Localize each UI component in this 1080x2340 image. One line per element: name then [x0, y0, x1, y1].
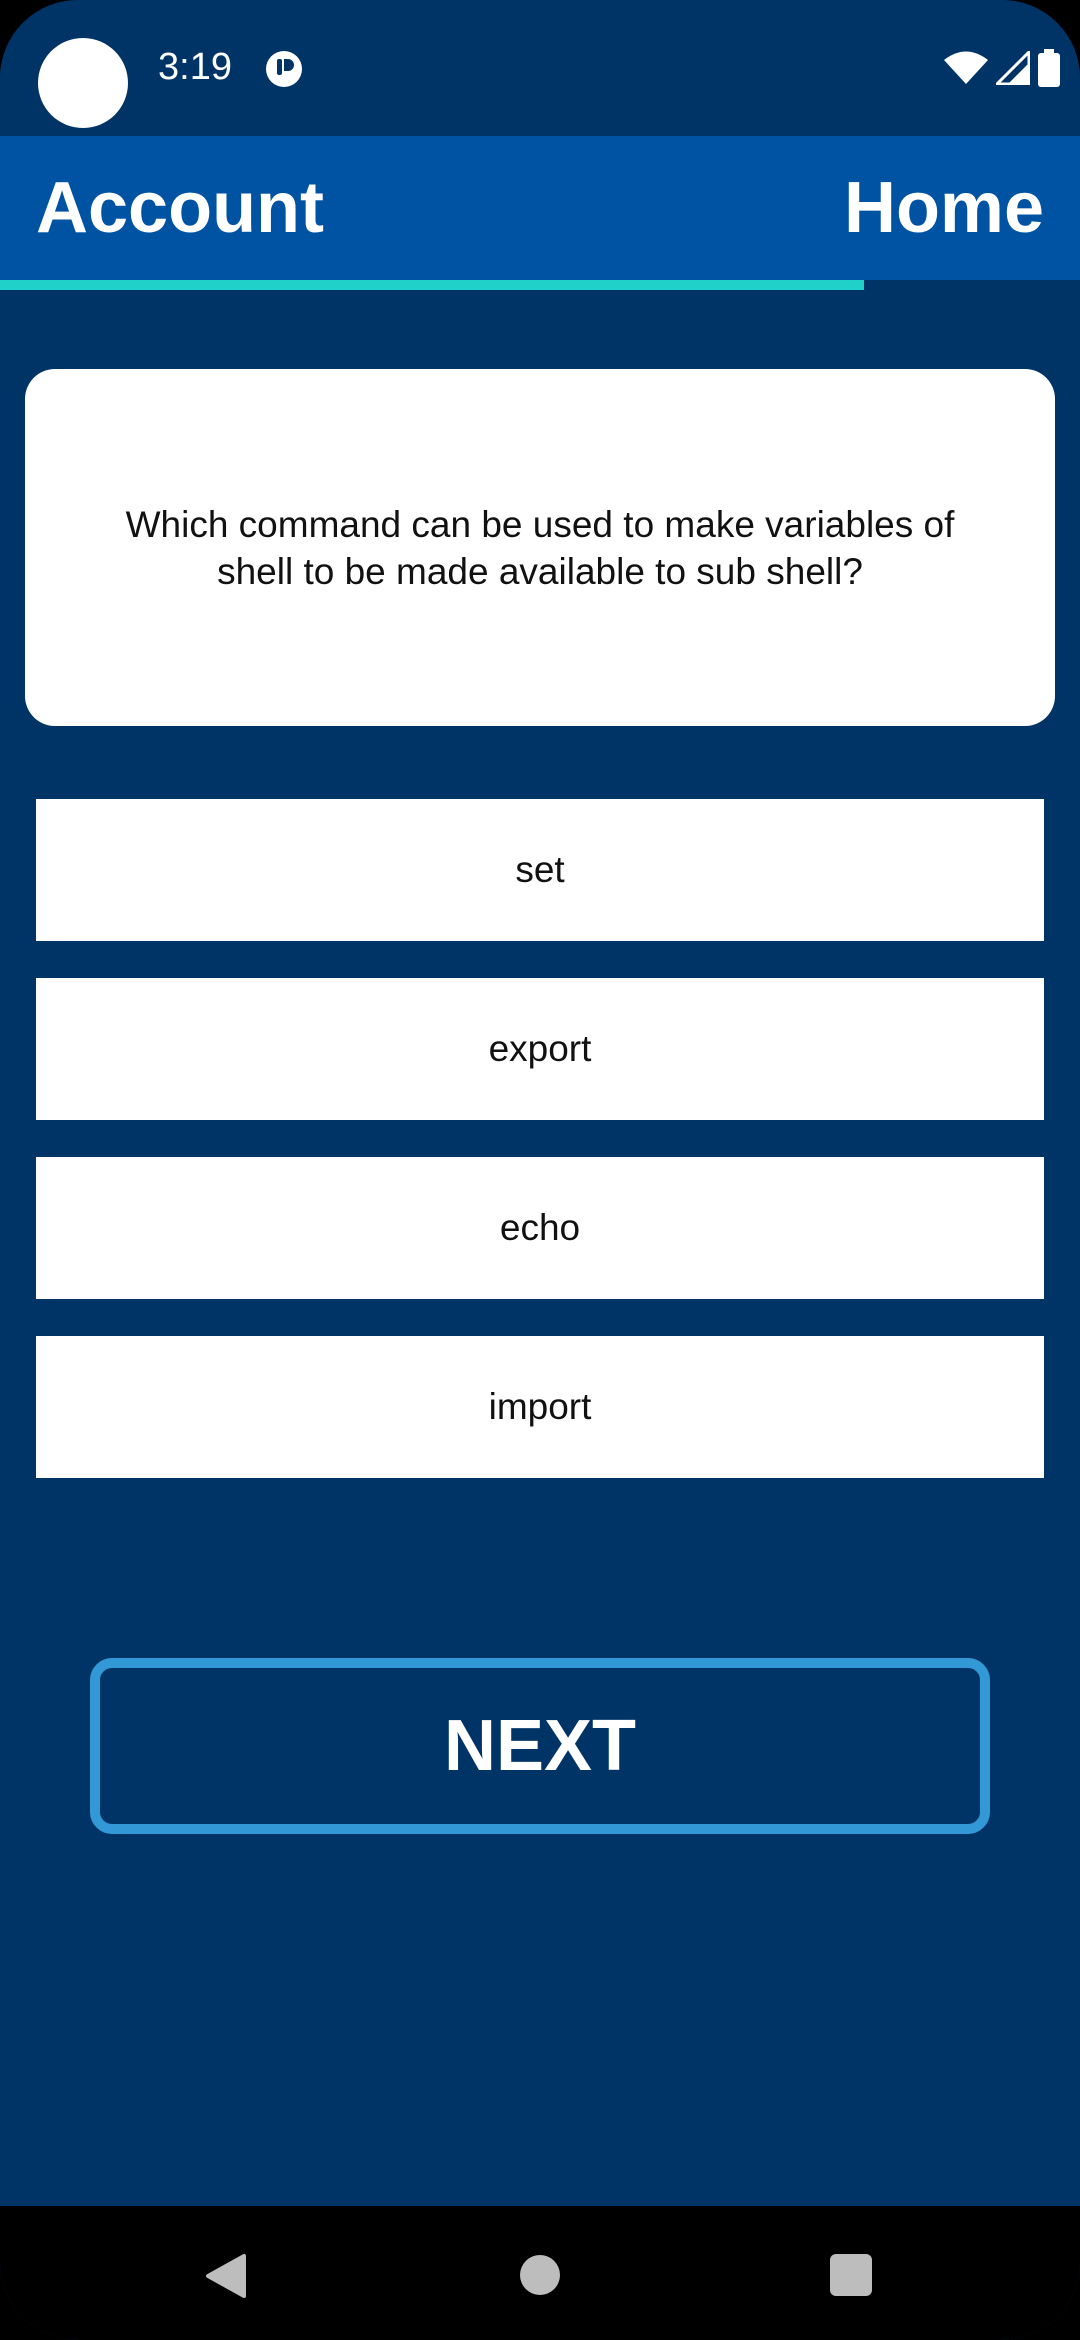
app-bar: Account Home — [0, 136, 1080, 280]
status-icons — [944, 48, 1060, 88]
answer-option-import[interactable]: import — [36, 1336, 1044, 1478]
camera-cutout — [38, 38, 128, 128]
signal-icon — [996, 51, 1030, 85]
status-time: 3:19 — [158, 46, 232, 88]
answer-option-set[interactable]: set — [36, 799, 1044, 941]
back-icon[interactable] — [204, 2253, 248, 2299]
question-text: Which command can be used to make variab… — [125, 503, 955, 592]
answer-option-echo[interactable]: echo — [36, 1157, 1044, 1299]
quiz-progress-fill — [0, 280, 864, 290]
home-icon[interactable] — [520, 2255, 560, 2295]
question-card: Which command can be used to make variab… — [25, 369, 1055, 726]
quiz-progress-bar — [0, 280, 1080, 294]
tab-home[interactable]: Home — [844, 172, 1044, 244]
battery-icon — [1038, 49, 1060, 87]
tab-account[interactable]: Account — [36, 172, 324, 244]
navigation-bar — [0, 2206, 1080, 2340]
screen: 3:19 Account Home Which command can be u… — [0, 0, 1080, 2340]
wifi-icon — [944, 51, 988, 84]
next-button[interactable]: NEXT — [90, 1658, 990, 1834]
app-notification-icon — [266, 51, 302, 87]
recents-icon[interactable] — [830, 2254, 872, 2296]
status-bar: 3:19 — [0, 0, 1080, 136]
answer-option-export[interactable]: export — [36, 978, 1044, 1120]
